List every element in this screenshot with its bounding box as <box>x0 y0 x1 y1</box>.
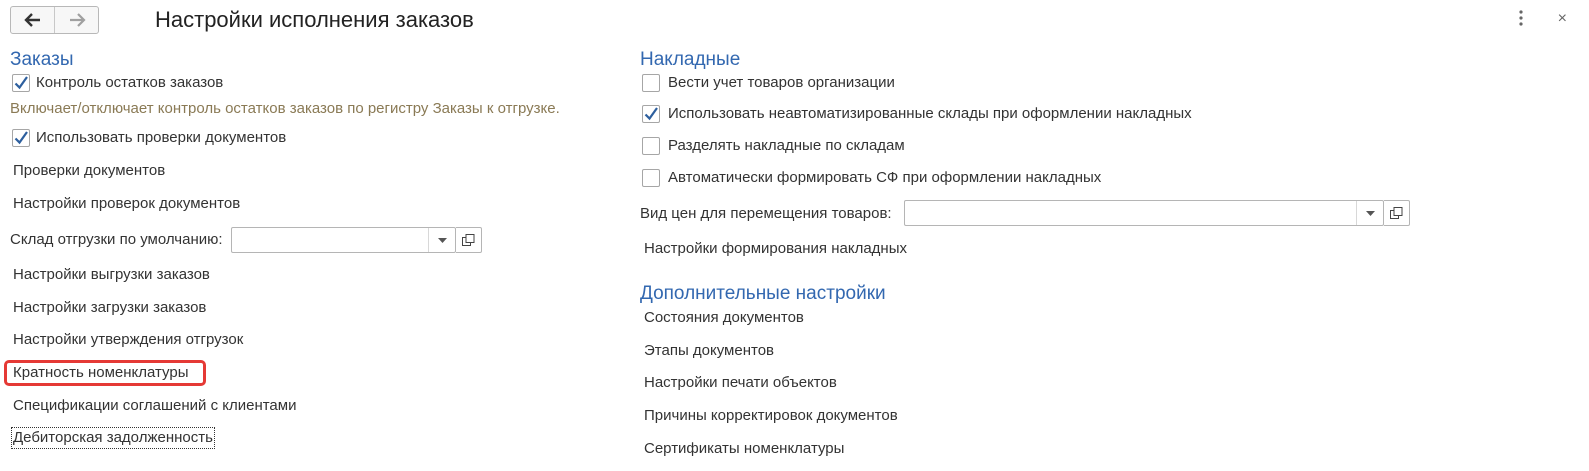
warehouse-dropdown-button[interactable] <box>428 228 455 252</box>
option-auto-invoice[interactable]: Автоматически формировать СФ при оформле… <box>642 169 1101 187</box>
org-goods-checkbox[interactable] <box>642 74 660 92</box>
forward-button[interactable] <box>54 7 98 33</box>
back-button[interactable] <box>11 7 54 33</box>
org-goods-label: Вести учет товаров организации <box>668 74 895 91</box>
non-automated-warehouses-checkbox[interactable] <box>642 105 660 123</box>
orders-control-option[interactable]: Контроль остатков заказов <box>12 74 223 92</box>
check-icon <box>14 76 28 90</box>
option-org-goods[interactable]: Вести учет товаров организации <box>642 74 895 92</box>
arrow-left-icon <box>23 13 40 27</box>
option-split-by-warehouse[interactable]: Разделять накладные по складам <box>642 137 905 155</box>
link-orders-import-settings[interactable]: Настройки загрузки заказов <box>13 299 206 317</box>
navigation-buttons <box>10 6 99 34</box>
open-form-icon <box>1390 206 1403 219</box>
orders-control-checkbox[interactable] <box>12 74 30 92</box>
section-title-extra: Дополнительные настройки <box>640 283 886 304</box>
link-document-stages[interactable]: Этапы документов <box>644 342 774 360</box>
page-title: Настройки исполнения заказов <box>155 7 474 32</box>
link-receivables[interactable]: Дебиторская задолженность <box>11 427 215 449</box>
arrow-right-icon <box>69 13 86 27</box>
link-document-states[interactable]: Состояния документов <box>644 309 804 327</box>
split-by-warehouse-label: Разделять накладные по складам <box>668 137 905 154</box>
link-orders-export-settings[interactable]: Настройки выгрузки заказов <box>13 266 210 284</box>
chevron-down-icon <box>437 237 447 243</box>
orders-control-hint: Включает/отключает контроль остатков зак… <box>10 100 560 117</box>
link-shipment-approval-settings[interactable]: Настройки утверждения отгрузок <box>13 331 243 349</box>
price-type-dropdown-button[interactable] <box>1356 201 1383 225</box>
price-type-label: Вид цен для перемещения товаров: <box>640 205 892 222</box>
section-title-invoices: Накладные <box>640 49 741 70</box>
check-icon <box>644 107 658 121</box>
more-vertical-icon[interactable] <box>1519 10 1523 31</box>
warehouse-open-button[interactable] <box>456 227 482 253</box>
non-automated-warehouses-label: Использовать неавтоматизированные склады… <box>668 105 1192 122</box>
price-type-select[interactable] <box>904 200 1384 226</box>
link-invoice-settings[interactable]: Настройки формирования накладных <box>644 240 907 258</box>
link-correction-reasons[interactable]: Причины корректировок документов <box>644 407 898 425</box>
price-type-open-button[interactable] <box>1384 200 1410 226</box>
chevron-down-icon <box>1365 210 1375 216</box>
close-icon[interactable]: × <box>1558 10 1567 28</box>
open-form-icon <box>462 233 475 246</box>
check-icon <box>14 131 28 145</box>
link-document-check-settings[interactable]: Настройки проверок документов <box>13 195 240 213</box>
link-nomenclature-multiplicity[interactable]: Кратность номенклатуры <box>13 364 189 382</box>
link-nomenclature-certificates[interactable]: Сертификаты номенклатуры <box>644 440 844 458</box>
warehouse-select[interactable] <box>231 227 456 253</box>
warehouse-label: Склад отгрузки по умолчанию: <box>10 231 223 248</box>
section-title-orders: Заказы <box>10 49 74 70</box>
orders-control-label: Контроль остатков заказов <box>36 74 224 91</box>
link-agreement-specifications[interactable]: Спецификации соглашений с клиентами <box>13 397 296 415</box>
link-document-checks[interactable]: Проверки документов <box>13 162 165 180</box>
option-non-automated-warehouses[interactable]: Использовать неавтоматизированные склады… <box>642 105 1192 123</box>
split-by-warehouse-checkbox[interactable] <box>642 137 660 155</box>
use-checks-checkbox[interactable] <box>12 129 30 147</box>
link-print-settings[interactable]: Настройки печати объектов <box>644 374 837 392</box>
auto-invoice-checkbox[interactable] <box>642 169 660 187</box>
use-checks-label: Использовать проверки документов <box>36 129 287 146</box>
auto-invoice-label: Автоматически формировать СФ при оформле… <box>668 169 1102 186</box>
use-checks-option[interactable]: Использовать проверки документов <box>12 129 286 147</box>
